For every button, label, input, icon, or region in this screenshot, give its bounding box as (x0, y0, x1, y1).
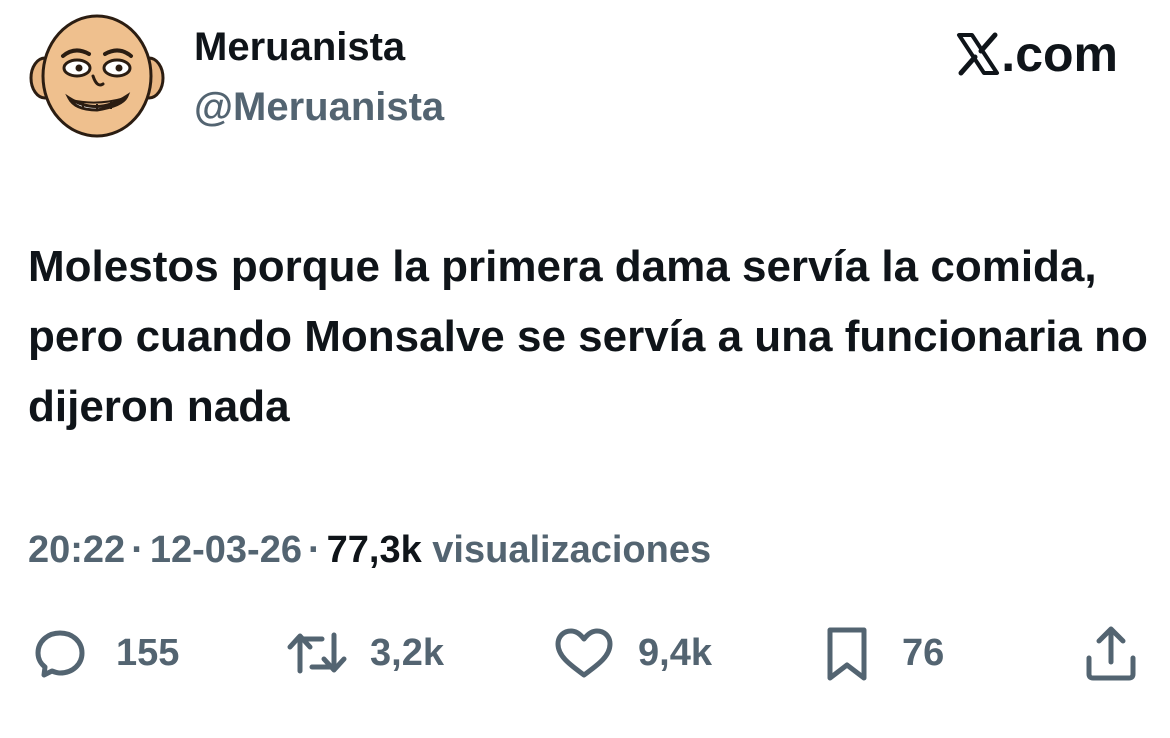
bookmark-icon (827, 627, 867, 681)
tweet-meta: 20:22 · 12-03-26 · 77,3k visualizaciones (28, 525, 711, 575)
brand-domain: .com (1001, 26, 1118, 82)
like-count: 9,4k (638, 632, 712, 674)
cartoon-bald-face-avatar-icon (29, 14, 165, 138)
meta-separator: · (307, 529, 321, 571)
tweet-time[interactable]: 20:22 (28, 529, 125, 571)
views-label: visualizaciones (432, 529, 712, 571)
share-button[interactable] (1082, 616, 1140, 690)
reply-bubble-icon (35, 630, 85, 678)
reply-count: 155 (116, 632, 180, 674)
bookmark-count: 76 (902, 632, 945, 674)
repost-count: 3,2k (370, 632, 444, 674)
brand-watermark: .com (955, 27, 1118, 81)
author-display-name[interactable]: Meruanista (194, 22, 405, 72)
heart-icon (555, 628, 613, 678)
tweet-text: Molestos porque la primera dama servía l… (28, 242, 1148, 431)
meta-separator: · (131, 529, 144, 571)
repost-button[interactable]: 3,2k (286, 616, 444, 690)
tweet-date[interactable]: 12-03-26 (150, 529, 302, 571)
bookmark-button[interactable]: 76 (822, 616, 944, 690)
views-count: 77,3k (326, 529, 422, 571)
avatar[interactable] (27, 6, 167, 146)
tweet-action-bar: 155 3,2k 9,4k 76 (0, 616, 1170, 690)
reply-button[interactable]: 155 (30, 616, 179, 690)
share-icon (1086, 626, 1136, 681)
repost-icon (287, 632, 347, 674)
like-button[interactable]: 9,4k (552, 616, 712, 690)
x-logo-icon (957, 32, 1000, 76)
author-handle[interactable]: @Meruanista (194, 82, 444, 132)
